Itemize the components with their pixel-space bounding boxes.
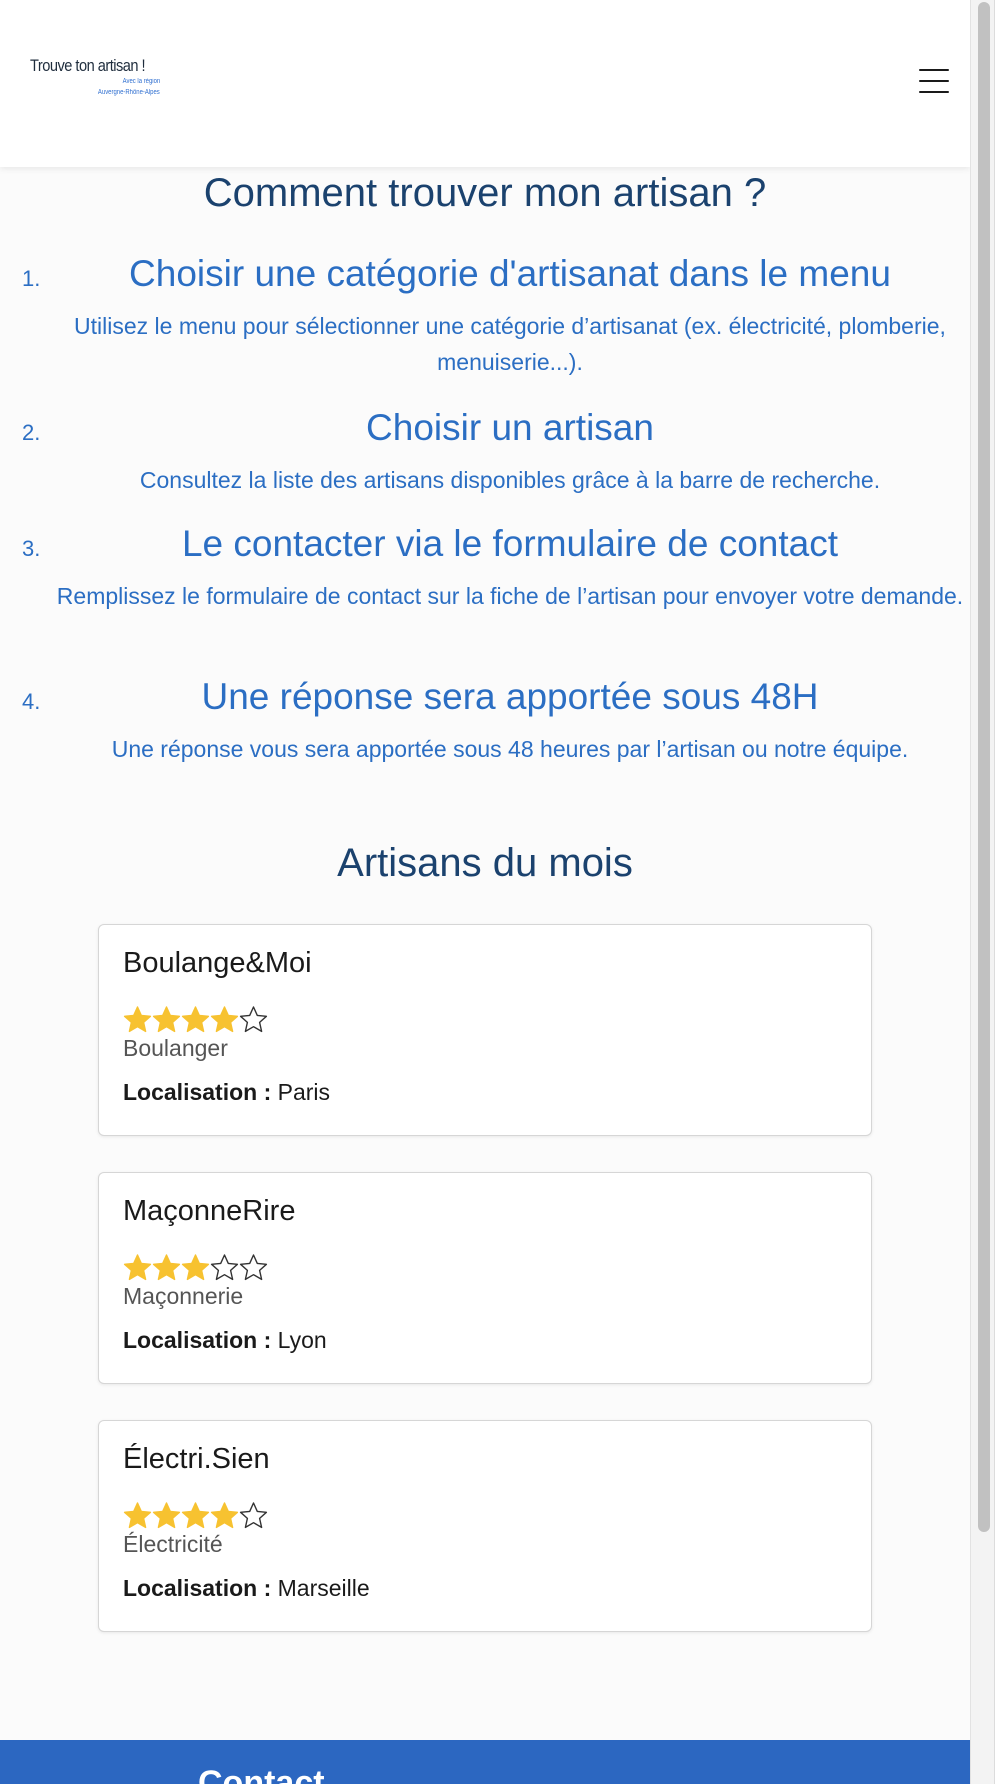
star-empty-icon [239,1254,268,1281]
artisan-card[interactable]: Électri.Sien Électricité Localisation : … [98,1420,872,1632]
step-description: Une réponse vous sera apportée sous 48 h… [111,736,909,762]
step-number: 4. [22,689,41,714]
star-empty-icon [239,1006,268,1033]
star-filled-icon [123,1006,152,1033]
star-filled-icon [181,1006,210,1033]
step-title: Choisir une catégorie d'artisanat dans l… [129,253,891,294]
location-value: Marseille [277,1575,370,1601]
location-label: Localisation : [123,1079,272,1105]
footer-contact-title: Contact [198,1764,325,1784]
step-number: 1. [22,266,41,291]
star-filled-icon [181,1254,210,1281]
star-empty-icon [239,1502,268,1529]
artisan-name[interactable]: MaçonneRire [123,1195,295,1228]
artisan-name[interactable]: Boulange&Moi [123,947,312,980]
star-filled-icon [152,1502,181,1529]
step-description: Utilisez le menu pour sélectionner une c… [74,313,946,375]
howto-title: Comment trouver mon artisan ? [203,171,767,215]
star-filled-icon [210,1006,239,1033]
artisan-location: Localisation : Lyon [123,1327,327,1354]
step-number: 3. [22,536,41,561]
artisan-location: Localisation : Marseille [123,1575,370,1602]
star-filled-icon [123,1254,152,1281]
rating-stars [123,1253,268,1283]
scrollbar-thumb[interactable] [978,2,990,1532]
rating-stars [123,1005,268,1035]
step-number: 2. [22,420,41,445]
star-filled-icon [210,1502,239,1529]
rating-stars [123,1501,268,1531]
location-label: Localisation : [123,1327,272,1353]
artisans-of-month-title: Artisans du mois [337,841,633,885]
step-title: Une réponse sera apportée sous 48H [201,676,819,717]
hamburger-line [919,91,949,93]
hamburger-menu-icon[interactable] [919,68,949,94]
star-filled-icon [152,1254,181,1281]
artisan-location: Localisation : Paris [123,1079,330,1106]
hamburger-line [919,69,949,71]
location-label: Localisation : [123,1575,272,1601]
logo-title: Trouve ton artisan ! [30,56,146,75]
logo-subtitle-line1: Avec la région [122,78,160,85]
artisan-card[interactable]: Boulange&Moi Boulanger Localisation : Pa… [98,924,872,1136]
page: Trouve ton artisan ! Avec la région Auve… [0,0,970,1784]
artisan-card[interactable]: MaçonneRire Maçonnerie Localisation : Ly… [98,1172,872,1384]
logo-subtitle-line2: Auvergne-Rhône-Alpes [98,89,160,96]
step-title: Choisir un artisan [366,407,654,448]
artisan-category: Boulanger [123,1035,228,1061]
site-footer: Contact [0,1740,970,1784]
location-value: Lyon [277,1327,327,1353]
step-title: Le contacter via le formulaire de contac… [181,523,839,564]
step-description: Remplissez le formulaire de contact sur … [56,583,964,609]
site-header: Trouve ton artisan ! Avec la région Auve… [0,0,970,167]
artisan-name[interactable]: Électri.Sien [123,1443,270,1476]
location-value: Paris [277,1079,331,1105]
artisan-category: Maçonnerie [123,1283,244,1309]
star-filled-icon [181,1502,210,1529]
star-filled-icon [123,1502,152,1529]
viewport: Trouve ton artisan ! Avec la région Auve… [0,0,1004,1784]
step-description: Consultez la liste des artisans disponib… [139,467,881,493]
hamburger-line [919,80,949,82]
star-filled-icon [152,1006,181,1033]
window-edge [994,0,1004,1784]
site-logo[interactable]: Trouve ton artisan ! Avec la région Auve… [30,56,160,106]
star-empty-icon [210,1254,239,1281]
artisan-category: Électricité [123,1531,223,1557]
vertical-scrollbar[interactable] [970,0,994,1784]
